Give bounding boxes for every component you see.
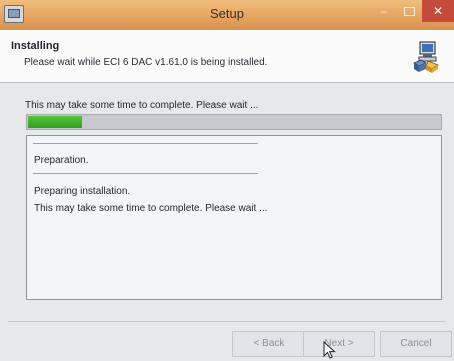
minimize-button[interactable]: ‒	[372, 0, 396, 22]
setup-window: Setup ‒ ✕ Installing Please wait while E…	[0, 0, 454, 361]
cancel-button[interactable]: Cancel	[380, 331, 452, 357]
maximize-button[interactable]	[397, 0, 421, 22]
log-separator	[33, 143, 258, 144]
log-separator	[33, 173, 258, 174]
bottom-divider	[8, 321, 446, 322]
details-log[interactable]: Preparation. Preparing installation. Thi…	[26, 135, 442, 300]
log-line: Preparation.	[34, 155, 89, 166]
status-text: This may take some time to complete. Ple…	[25, 100, 259, 111]
close-button[interactable]: ✕	[422, 0, 454, 22]
header-panel: Installing Please wait while ECI 6 DAC v…	[0, 30, 454, 83]
page-subtitle: Please wait while ECI 6 DAC v1.61.0 is b…	[24, 57, 268, 68]
page-title: Installing	[11, 40, 60, 52]
installer-computer-icon	[413, 41, 439, 73]
next-button[interactable]: Next >	[303, 331, 375, 357]
log-line: This may take some time to complete. Ple…	[34, 203, 268, 214]
back-button[interactable]: < Back	[232, 331, 306, 357]
progress-bar	[26, 114, 442, 130]
log-line: Preparing installation.	[34, 186, 131, 197]
title-bar[interactable]: Setup ‒ ✕	[0, 0, 454, 30]
mouse-cursor-icon	[323, 341, 336, 359]
maximize-icon	[403, 7, 415, 16]
progress-fill	[28, 116, 82, 128]
